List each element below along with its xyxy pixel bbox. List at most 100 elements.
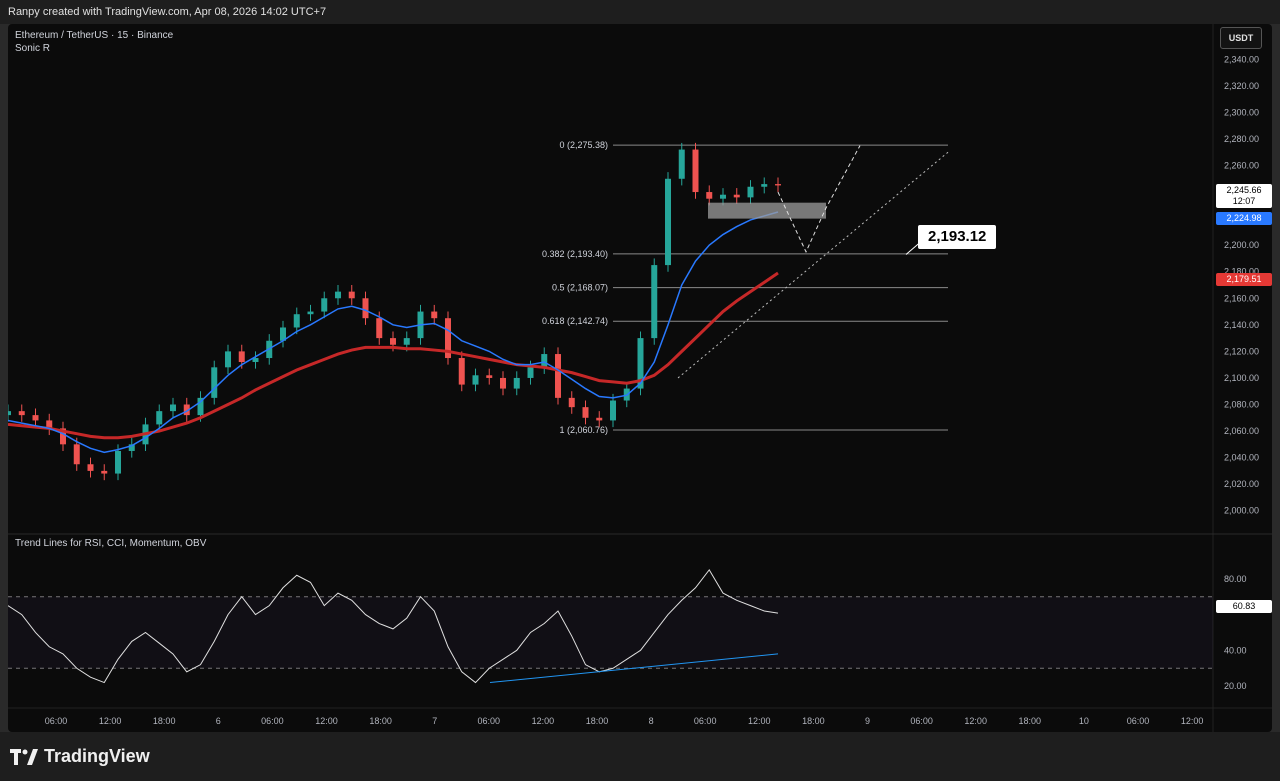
brand-name: TradingView (44, 746, 150, 766)
chart-frame[interactable]: 2,340.00 2,320.00 2,300.00 2,280.00 2,260.00… (8, 24, 1272, 732)
price-tick-label: 2,340.00 (1224, 54, 1259, 64)
currency-unit-button[interactable]: USDT (1220, 27, 1262, 49)
oscillator-value-tag: 60.83 (1216, 600, 1272, 613)
candle-body (513, 377, 520, 389)
fib-level-label: 0 (2,275.38) (559, 140, 608, 150)
oscillator-band-fill (8, 596, 1213, 669)
oscillator-tick-label: 20.00 (1224, 681, 1247, 691)
time-tick-label: 06:00 (45, 716, 68, 726)
candle-body (458, 358, 465, 385)
price-tick-label: 2,160.00 (1224, 293, 1259, 303)
candle-body (747, 186, 754, 198)
candle-body (87, 464, 94, 471)
price-tick-label: 2,060.00 (1224, 426, 1259, 436)
candle-body (293, 314, 300, 328)
candle-body (238, 351, 245, 363)
candle-body (348, 291, 355, 299)
candle-body (733, 194, 740, 198)
time-tick-label: 10 (1079, 716, 1089, 726)
tradingview-brand[interactable]: TradingView (10, 746, 150, 767)
candle-body (73, 444, 80, 465)
candle-body (156, 411, 163, 425)
candle-body (362, 298, 369, 319)
time-tick-label: 18:00 (153, 716, 176, 726)
slow-ema-tag: 2,179.51 (1216, 273, 1272, 286)
price-tick-label: 2,080.00 (1224, 400, 1259, 410)
oscillator-title[interactable]: Trend Lines for RSI, CCI, Momentum, OBV (15, 538, 206, 549)
price-tick-label: 2,040.00 (1224, 453, 1259, 463)
time-tick-label: 6 (216, 716, 221, 726)
fast-ema-tag: 2,224.98 (1216, 212, 1272, 225)
candle-body (335, 291, 341, 299)
candle-body (568, 397, 575, 408)
symbol-title[interactable]: Ethereum / TetherUS · 15 · Binance (15, 29, 173, 42)
tradingview-logo-icon (10, 748, 38, 765)
price-tick-label: 2,140.00 (1224, 320, 1259, 330)
price-tick-label: 2,320.00 (1224, 81, 1259, 91)
bar-countdown: 12:07 (1232, 196, 1256, 206)
time-tick-label: 12:00 (315, 716, 338, 726)
time-tick-label: 12:00 (1181, 716, 1204, 726)
candle-body (692, 149, 699, 193)
time-tick-label: 06:00 (694, 716, 717, 726)
candle-body (527, 367, 534, 378)
price-tick-label: 2,000.00 (1224, 506, 1259, 516)
candle-body (486, 375, 493, 378)
price-callout[interactable]: 2,193.12 (918, 225, 997, 249)
time-tick-label: 06:00 (1127, 716, 1150, 726)
fib-level-label: 0.5 (2,168.07) (552, 283, 608, 293)
time-tick-label: 06:00 (261, 716, 284, 726)
fib-level-label: 0.618 (2,142.74) (542, 316, 608, 326)
time-tick-label: 12:00 (532, 716, 555, 726)
candle-body (720, 194, 726, 199)
candle-body (541, 354, 548, 368)
time-tick-label: 12:00 (99, 716, 122, 726)
candle-body (610, 400, 616, 421)
time-tick-label: 18:00 (1019, 716, 1042, 726)
fib-level-label: 0.382 (2,193.40) (542, 249, 608, 259)
price-tick-label: 2,120.00 (1224, 346, 1259, 356)
trend-projection-line (677, 151, 949, 379)
chart-credit: Ranpy created with TradingView.com, Apr … (0, 0, 1280, 24)
candle-body (8, 411, 11, 416)
candle-body (775, 184, 781, 186)
price-tick-label: 2,020.00 (1224, 479, 1259, 489)
candle-body (376, 318, 383, 339)
price-tick-label: 2,280.00 (1224, 134, 1259, 144)
candle-body (678, 149, 685, 179)
candle-body (32, 415, 39, 421)
oscillator-tick-label: 80.00 (1224, 574, 1247, 584)
candle-body (582, 407, 589, 418)
time-tick-label: 18:00 (369, 716, 392, 726)
last-price-tag: 2,245.66 12:07 (1216, 184, 1272, 208)
candle-body (390, 338, 396, 345)
chart-legend: Ethereum / TetherUS · 15 · Binance Sonic… (15, 29, 173, 55)
candle-body (651, 265, 658, 339)
price-tick-label: 2,300.00 (1224, 107, 1259, 117)
candle-body (225, 351, 231, 368)
time-tick-label: 12:00 (964, 716, 987, 726)
time-tick-label: 7 (432, 716, 437, 726)
slow-ema-line (8, 271, 779, 440)
time-tick-label: 9 (865, 716, 870, 726)
candle-body (596, 417, 603, 421)
time-tick-label: 12:00 (748, 716, 771, 726)
candle-body (18, 411, 25, 416)
time-tick-label: 8 (649, 716, 654, 726)
price-tick-label: 2,100.00 (1224, 373, 1259, 383)
candle-body (170, 404, 176, 412)
candle-body (500, 377, 506, 389)
fib-level-label: 1 (2,060.76) (559, 425, 608, 435)
price-tick-label: 2,260.00 (1224, 161, 1259, 171)
indicator-label[interactable]: Sonic R (15, 42, 173, 55)
candle-body (706, 192, 713, 199)
candle-body (321, 298, 328, 312)
last-price-value: 2,245.66 (1226, 185, 1262, 195)
demand-zone-box (708, 202, 826, 219)
candle-body (101, 470, 108, 474)
candle-body (665, 178, 671, 266)
time-tick-label: 06:00 (910, 716, 933, 726)
footer-bar: TradingView (0, 732, 1280, 781)
price-chart[interactable]: 2,340.00 2,320.00 2,300.00 2,280.00 2,260.00… (8, 24, 1272, 732)
time-tick-label: 18:00 (586, 716, 609, 726)
